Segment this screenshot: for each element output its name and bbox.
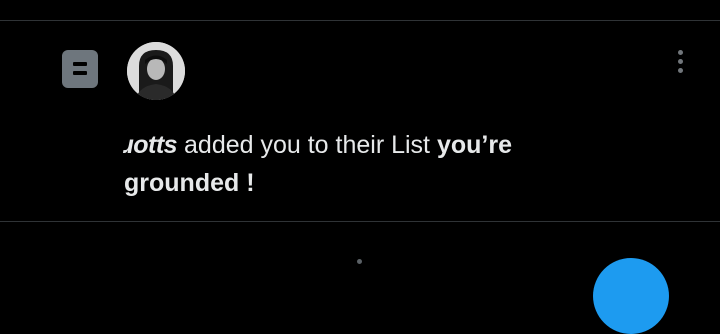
more-dot	[677, 49, 683, 55]
list-icon	[62, 50, 98, 88]
bottom-divider	[0, 221, 720, 222]
more-dot	[677, 67, 683, 73]
action-text: added you to their List	[177, 131, 437, 159]
list-icon-line	[73, 71, 87, 75]
notification-text: ɹotts added you to their List you’re gro…	[124, 126, 594, 202]
more-options-button[interactable]	[668, 44, 692, 78]
avatar[interactable]	[127, 42, 185, 100]
more-dot	[677, 58, 683, 64]
username-link[interactable]: ɹotts	[124, 131, 178, 159]
list-added-notification[interactable]: ɹotts added you to their List you’re gro…	[0, 0, 720, 200]
avatar-image	[127, 42, 185, 100]
loading-dot	[357, 259, 362, 264]
compose-fab-button[interactable]	[593, 258, 669, 334]
list-icon-line	[73, 62, 87, 66]
